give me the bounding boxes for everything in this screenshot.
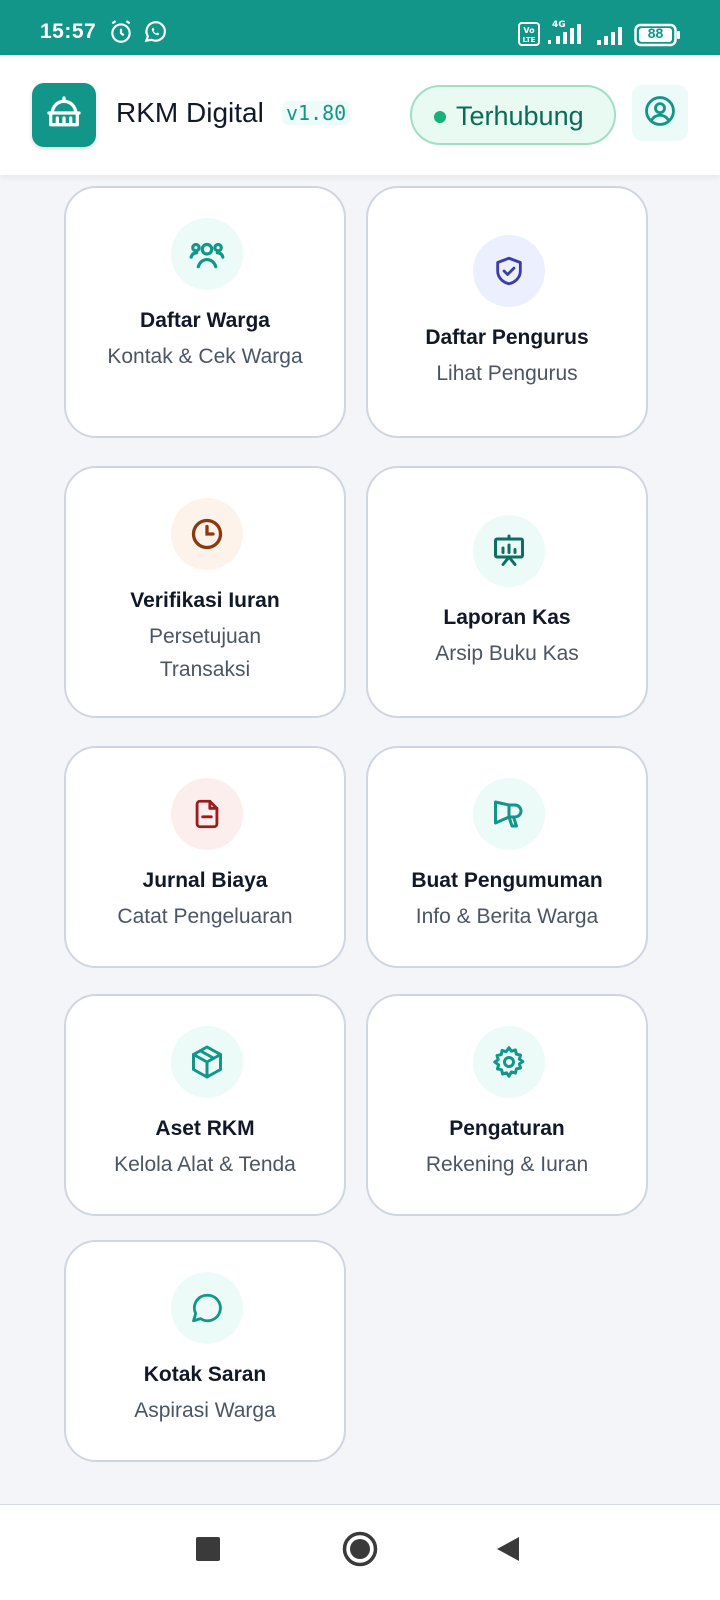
megaphone-icon: [473, 778, 545, 850]
menu-card-kotak-saran[interactable]: Kotak Saran Aspirasi Warga: [64, 1240, 346, 1462]
menu-card-subtitle: Kelola Alat & Tenda: [114, 1153, 296, 1176]
box-icon: [171, 1026, 243, 1098]
menu-card-title: Daftar Pengurus: [425, 326, 589, 349]
menu-card-daftar-warga[interactable]: Daftar Warga Kontak & Cek Warga: [64, 186, 346, 438]
gear-icon: [473, 1026, 545, 1098]
menu-card-subtitle: Lihat Pengurus: [436, 362, 578, 385]
user-circle-icon: [643, 94, 677, 133]
connection-status-badge: Terhubung: [410, 85, 616, 145]
app-title: RKM Digital: [116, 97, 264, 128]
menu-card-title: Pengaturan: [449, 1117, 565, 1140]
file-minus-icon: [171, 778, 243, 850]
menu-card-title: Verifikasi Iuran: [130, 589, 280, 612]
svg-text:4G: 4G: [552, 20, 566, 30]
users-icon: [171, 218, 243, 290]
menu-card-title: Kotak Saran: [143, 1363, 267, 1386]
square-icon: [196, 1536, 220, 1566]
circle-icon: [342, 1531, 378, 1572]
version-badge: v1.80: [282, 101, 351, 125]
profile-button[interactable]: [632, 85, 688, 141]
menu-card-laporan-kas[interactable]: Laporan Kas Arsip Buku Kas: [366, 466, 648, 718]
svg-text:LTE: LTE: [523, 36, 536, 44]
menu-card-title: Laporan Kas: [443, 606, 571, 629]
alarm-icon: [108, 19, 134, 50]
menu-card-jurnal-biaya[interactable]: Jurnal Biaya Catat Pengeluaran: [64, 746, 346, 968]
home-button[interactable]: [336, 1527, 384, 1575]
system-navigation-bar: [0, 1504, 720, 1600]
menu-card-subtitle: Aspirasi Warga: [134, 1399, 276, 1422]
menu-card-subtitle: Persetujuan Transaksi: [148, 625, 262, 681]
back-button[interactable]: [486, 1529, 530, 1573]
status-time: 15:57: [40, 20, 97, 43]
menu-card-subtitle: Rekening & Iuran: [425, 1153, 589, 1176]
svg-text:Vo: Vo: [523, 26, 535, 35]
whatsapp-icon: [142, 19, 168, 50]
menu-card-subtitle: Catat Pengeluaran: [117, 905, 293, 928]
signal-icon: 4G: [546, 18, 590, 51]
volte-icon: Vo LTE: [518, 22, 540, 51]
battery-level: 88: [647, 25, 664, 41]
menu-card-title: Buat Pengumuman: [411, 869, 603, 892]
shield-check-icon: [473, 235, 545, 307]
menu-card-title: Aset RKM: [155, 1117, 255, 1140]
clock-icon: [171, 498, 243, 570]
battery-icon: 88: [634, 23, 682, 52]
menu-card-aset-rkm[interactable]: Aset RKM Kelola Alat & Tenda: [64, 994, 346, 1216]
menu-card-subtitle: Kontak & Cek Warga: [107, 345, 303, 368]
recents-button[interactable]: [186, 1529, 230, 1573]
menu-card-verifikasi-iuran[interactable]: Verifikasi Iuran Persetujuan Transaksi: [64, 466, 346, 718]
menu-card-title: Daftar Warga: [140, 309, 270, 332]
mosque-icon: [44, 93, 84, 138]
app-logo: [32, 83, 96, 147]
chat-bubble-icon: [171, 1272, 243, 1344]
app-header: RKM Digital v1.80 Terhubung: [0, 55, 720, 175]
menu-card-subtitle: Info & Berita Warga: [415, 905, 599, 928]
triangle-back-icon: [495, 1535, 521, 1568]
presentation-chart-icon: [473, 515, 545, 587]
status-dot-icon: [434, 111, 446, 123]
connection-status-label: Terhubung: [456, 101, 584, 131]
menu-card-buat-pengumuman[interactable]: Buat Pengumuman Info & Berita Warga: [366, 746, 648, 968]
menu-card-subtitle: Arsip Buku Kas: [435, 642, 579, 665]
status-bar: 15:57 Vo LTE 4G 88: [0, 0, 720, 55]
menu-card-pengaturan[interactable]: Pengaturan Rekening & Iuran: [366, 994, 648, 1216]
menu-card-daftar-pengurus[interactable]: Daftar Pengurus Lihat Pengurus: [366, 186, 648, 438]
signal-2-icon: [596, 24, 626, 51]
menu-card-title: Jurnal Biaya: [142, 869, 268, 892]
